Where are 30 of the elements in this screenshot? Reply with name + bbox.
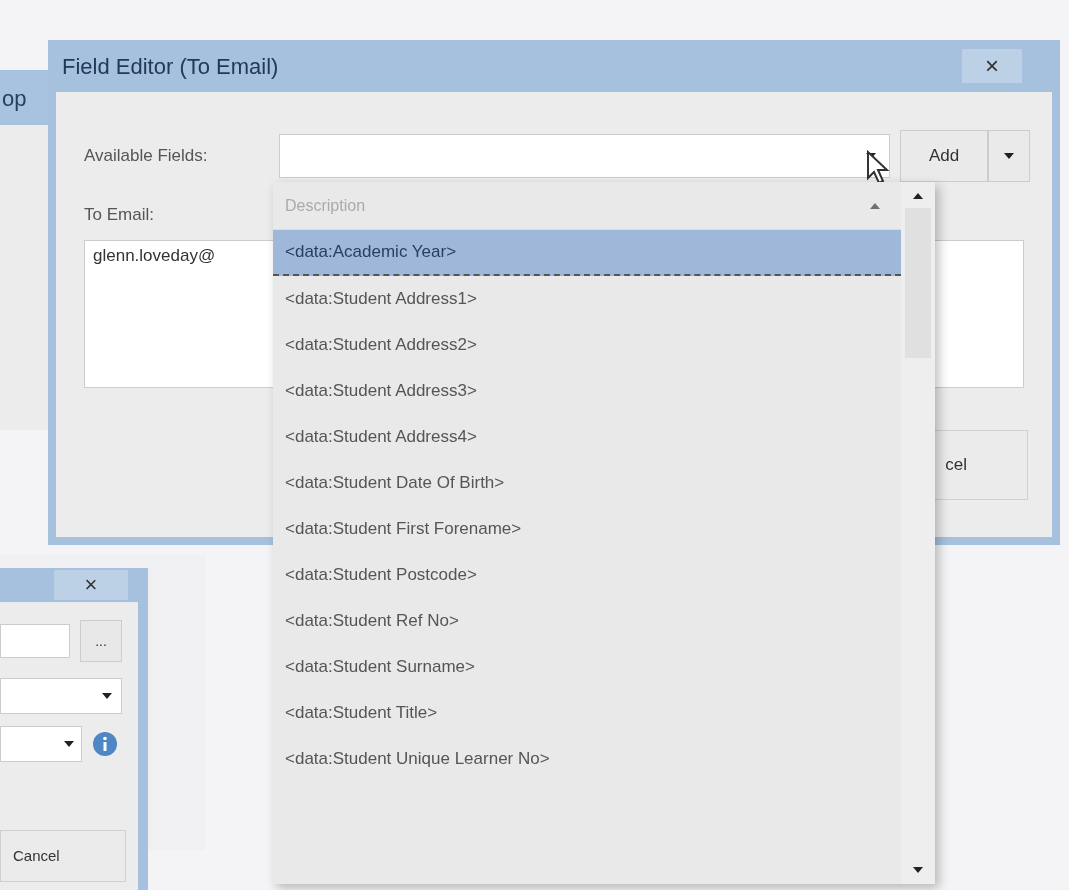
field-label: Available Fields: xyxy=(84,145,209,168)
dropdown-field[interactable] xyxy=(278,134,891,178)
list-item[interactable]: <data:Student Postcode> xyxy=(273,552,901,598)
dropdown-field[interactable] xyxy=(0,726,82,762)
cancel-button[interactable]: Cancel xyxy=(0,830,126,882)
up-arrow-icon xyxy=(912,192,924,200)
add-button[interactable]: Add xyxy=(900,130,989,182)
window-title: op xyxy=(2,85,27,113)
list-item[interactable]: <data:Academic Year> xyxy=(273,230,901,276)
scrollbar[interactable] xyxy=(901,182,935,884)
close-button[interactable]: × xyxy=(962,49,1022,83)
up-arrow-icon xyxy=(869,201,881,210)
close-button[interactable]: × xyxy=(54,570,128,600)
field-label: To Email: xyxy=(84,204,154,226)
dropdown-field[interactable] xyxy=(0,678,122,714)
list-item[interactable]: <data:Student Address1> xyxy=(273,276,901,322)
list-item[interactable]: <data:Student Ref No> xyxy=(273,598,901,644)
column-header: Description xyxy=(285,195,366,216)
list-item[interactable]: <data:Student Surname> xyxy=(273,644,901,690)
text-field[interactable] xyxy=(0,624,70,658)
list-item[interactable]: <data:Student First Forename> xyxy=(273,506,901,552)
list-item[interactable]: <data:Student Title> xyxy=(273,690,901,736)
browse-button[interactable]: ... xyxy=(80,620,122,662)
list-item[interactable]: <data:Student Address3> xyxy=(273,368,901,414)
add-options-button[interactable] xyxy=(988,130,1030,182)
window-title: Field Editor (To Email) xyxy=(62,52,279,81)
list-item[interactable]: <data:Student Unique Learner No> xyxy=(273,736,901,782)
email-text: glenn.loveday@ xyxy=(93,245,216,265)
list-item[interactable]: <data:Student Address2> xyxy=(273,322,901,368)
info-icon xyxy=(92,731,118,757)
